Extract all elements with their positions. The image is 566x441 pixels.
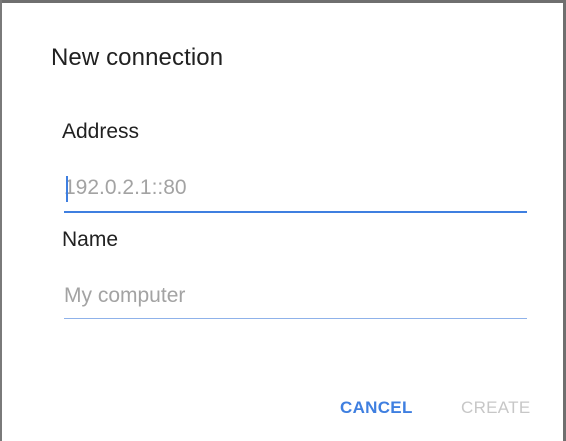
address-label: Address (62, 120, 140, 143)
text-caret (66, 176, 68, 202)
new-connection-dialog: New connection Address Name CANCEL CREAT… (2, 3, 563, 441)
name-label: Name (62, 228, 119, 251)
address-input[interactable] (64, 169, 527, 213)
cancel-button[interactable]: CANCEL (340, 398, 413, 418)
dialog-title: New connection (51, 44, 224, 71)
name-field[interactable] (64, 279, 527, 319)
name-input[interactable] (64, 279, 527, 319)
name-underline (64, 318, 527, 319)
address-underline (64, 211, 527, 213)
address-field[interactable] (64, 169, 527, 213)
window-frame: New connection Address Name CANCEL CREAT… (0, 0, 566, 441)
create-button[interactable]: CREATE (461, 398, 531, 418)
